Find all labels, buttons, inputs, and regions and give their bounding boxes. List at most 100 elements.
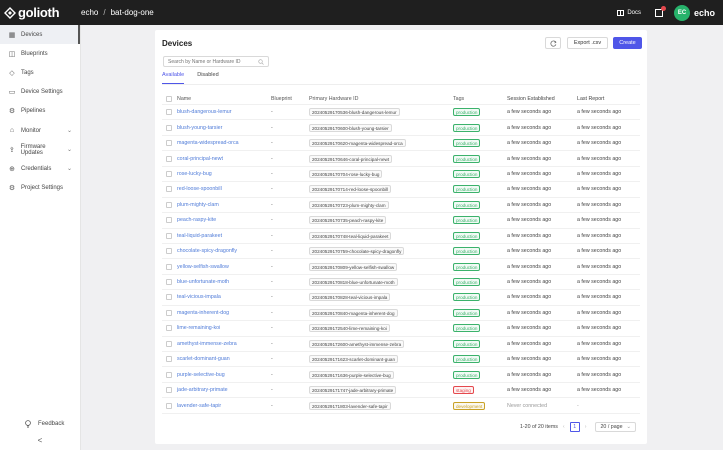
feedback-button[interactable]: Feedback [0,416,80,432]
notifications-icon[interactable] [654,5,666,17]
table-row[interactable]: rose-lucky-bug - 20240529170704-rose-lucky… [162,167,640,183]
row-checkbox[interactable] [166,340,172,347]
last-report: a few seconds ago [577,124,622,131]
device-name-link[interactable]: lavender-safe-tapir [177,403,271,409]
table-row[interactable]: teal-vicious-impala - 20240529170828-teal-… [162,290,640,306]
table-row[interactable]: yellow-selfish-swallow - 20240529170809-ye… [162,259,640,275]
device-name-link[interactable]: scarlet-dominant-guan [177,356,271,362]
sidebar-item-device-settings[interactable]: ▭ Device Settings [0,83,80,102]
table-row[interactable]: coral-principal-newt - 20240529170646-cora… [162,151,640,167]
table-row[interactable]: blush-young-tarsier - 20240529170600-blush… [162,120,640,136]
device-name-link[interactable]: rose-lucky-bug [177,171,271,177]
breadcrumb-org[interactable]: echo [81,8,98,17]
device-name-link[interactable]: lime-remaining-koi [177,325,271,331]
device-name-link[interactable]: blush-dangerous-lemur [177,109,271,115]
prev-page-icon[interactable]: ‹ [563,424,565,430]
table-row[interactable]: blue-unfortunate-moth - 20240529170818-blu… [162,275,640,291]
device-name-link[interactable]: jade-arbitrary-primate [177,387,271,393]
row-checkbox[interactable] [166,402,172,409]
create-button[interactable]: Create [613,37,642,49]
device-name-link[interactable]: magenta-inherent-dog [177,310,271,316]
row-checkbox[interactable] [166,217,172,224]
sidebar-item-firmware-updates[interactable]: ⇪ Firmware Updates ⌄ [0,140,80,159]
row-checkbox[interactable] [166,371,172,378]
sidebar-item-devices[interactable]: ▦ Devices [0,25,80,45]
sidebar-item-monitor[interactable]: ⌂ Monitor ⌄ [0,121,80,140]
table-row[interactable]: red-loose-spoonbill - 20240529170714-red-l… [162,182,640,198]
row-checkbox[interactable] [166,186,172,193]
table-row[interactable]: magenta-widespread-orca - 20240529170620-m… [162,136,640,152]
device-name-link[interactable]: coral-principal-newt [177,156,271,162]
device-name-link[interactable]: teal-liquid-parakeet [177,233,271,239]
refresh-button[interactable] [545,37,561,49]
table-row[interactable]: lavender-safe-tapir -20240529171803-laven… [162,398,640,414]
row-checkbox[interactable] [166,279,172,286]
device-name-link[interactable]: blush-young-tarsier [177,125,271,131]
table-row[interactable]: chocolate-spicy-dragonfly - 20240529170759… [162,244,640,260]
sidebar-item-credentials[interactable]: ⊕ Credentials ⌄ [0,159,80,178]
device-name-link[interactable]: teal-vicious-impala [177,294,271,300]
table-row[interactable]: jade-arbitrary-primate - 20240529171747-ja… [162,383,640,399]
device-name-link[interactable]: chocolate-spicy-dragonfly [177,248,271,254]
sidebar-item-blueprints[interactable]: ◫ Blueprints [0,44,80,63]
row-checkbox[interactable] [166,170,172,177]
last-report: a few seconds ago [577,340,622,347]
row-checkbox[interactable] [166,232,172,239]
tab-available[interactable]: Available [162,72,185,84]
device-name-link[interactable]: purple-selective-bug [177,372,271,378]
page-number[interactable]: 1 [569,422,580,432]
table-row[interactable]: purple-selective-bug - 20240529171636-purp… [162,367,640,383]
device-name-link[interactable]: yellow-selfish-swallow [177,264,271,270]
session-established: a few seconds ago [507,294,552,301]
avatar[interactable]: EC [673,4,690,21]
row-checkbox[interactable] [166,109,172,116]
row-checkbox[interactable] [166,309,172,316]
docs-link[interactable]: Docs [617,9,641,16]
breadcrumb-project[interactable]: bat-dog-one [111,8,154,17]
device-name-link[interactable]: amethyst-immense-zebra [177,341,271,347]
sidebar-item-tags[interactable]: ◇ Tags [0,63,80,82]
table-row[interactable]: blush-dangerous-lemur - 20240529170536-blu… [162,105,640,121]
row-checkbox[interactable] [166,140,172,147]
row-checkbox[interactable] [166,263,172,270]
user-name[interactable]: echo [694,8,715,18]
row-checkbox[interactable] [166,248,172,255]
export-csv-button[interactable]: Export .csv [567,37,608,49]
table-row[interactable]: lime-remaining-koi - 20240529172540-lime-r… [162,321,640,337]
table-row[interactable]: peach-raspy-kite - 20240529170735-peach-ra… [162,213,640,229]
row-checkbox[interactable] [166,201,172,208]
table-row[interactable]: magenta-inherent-dog - 20240529170840-mage… [162,306,640,322]
sidebar-item-project-settings[interactable]: ⚙ Project Settings [0,179,80,198]
row-checkbox[interactable] [166,387,172,394]
device-name-link[interactable]: red-loose-spoonbill [177,186,271,192]
row-checkbox[interactable] [166,356,172,363]
tag-badge: production [453,108,481,117]
table-row[interactable]: scarlet-dominant-guan - 20240529171623-sca… [162,352,640,368]
blueprint-value: - [271,309,273,316]
tag-badge: development [453,401,486,410]
table-row[interactable]: teal-liquid-parakeet - 20240529170748-teal… [162,229,640,244]
next-page-icon[interactable]: › [585,424,587,430]
select-all-checkbox[interactable] [166,95,172,102]
sidebar-item-pipelines[interactable]: ⚙ Pipelines [0,102,80,121]
row-checkbox[interactable] [166,124,172,131]
row-checkbox[interactable] [166,294,172,301]
table-row[interactable]: amethyst-immense-zebra - 20240529172600-am… [162,337,640,352]
page-size-select[interactable]: 20 / page ⌄ [595,422,636,432]
last-report: a few seconds ago [577,309,622,316]
device-name-link[interactable]: plum-mighty-clam [177,202,271,208]
row-checkbox[interactable] [166,325,172,332]
collapse-sidebar-button[interactable]: < [0,432,80,450]
row-checkbox[interactable] [166,155,172,162]
top-bar: golioth echo / bat-dog-one Docs EC echo [0,0,723,25]
device-name-link[interactable]: peach-raspy-kite [177,217,271,223]
table-row[interactable]: plum-mighty-clam - 20240529170723-plum-mig… [162,198,640,214]
device-name-link[interactable]: magenta-widespread-orca [177,140,271,146]
golioth-logo[interactable]: golioth [0,5,81,20]
device-name-link[interactable]: blue-unfortunate-moth [177,279,271,285]
search-field[interactable] [163,56,269,67]
search-input[interactable] [168,58,258,65]
session-established: a few seconds ago [507,325,552,332]
settings-icon: ▭ [8,89,16,97]
tab-disabled[interactable]: Disabled [197,72,218,84]
